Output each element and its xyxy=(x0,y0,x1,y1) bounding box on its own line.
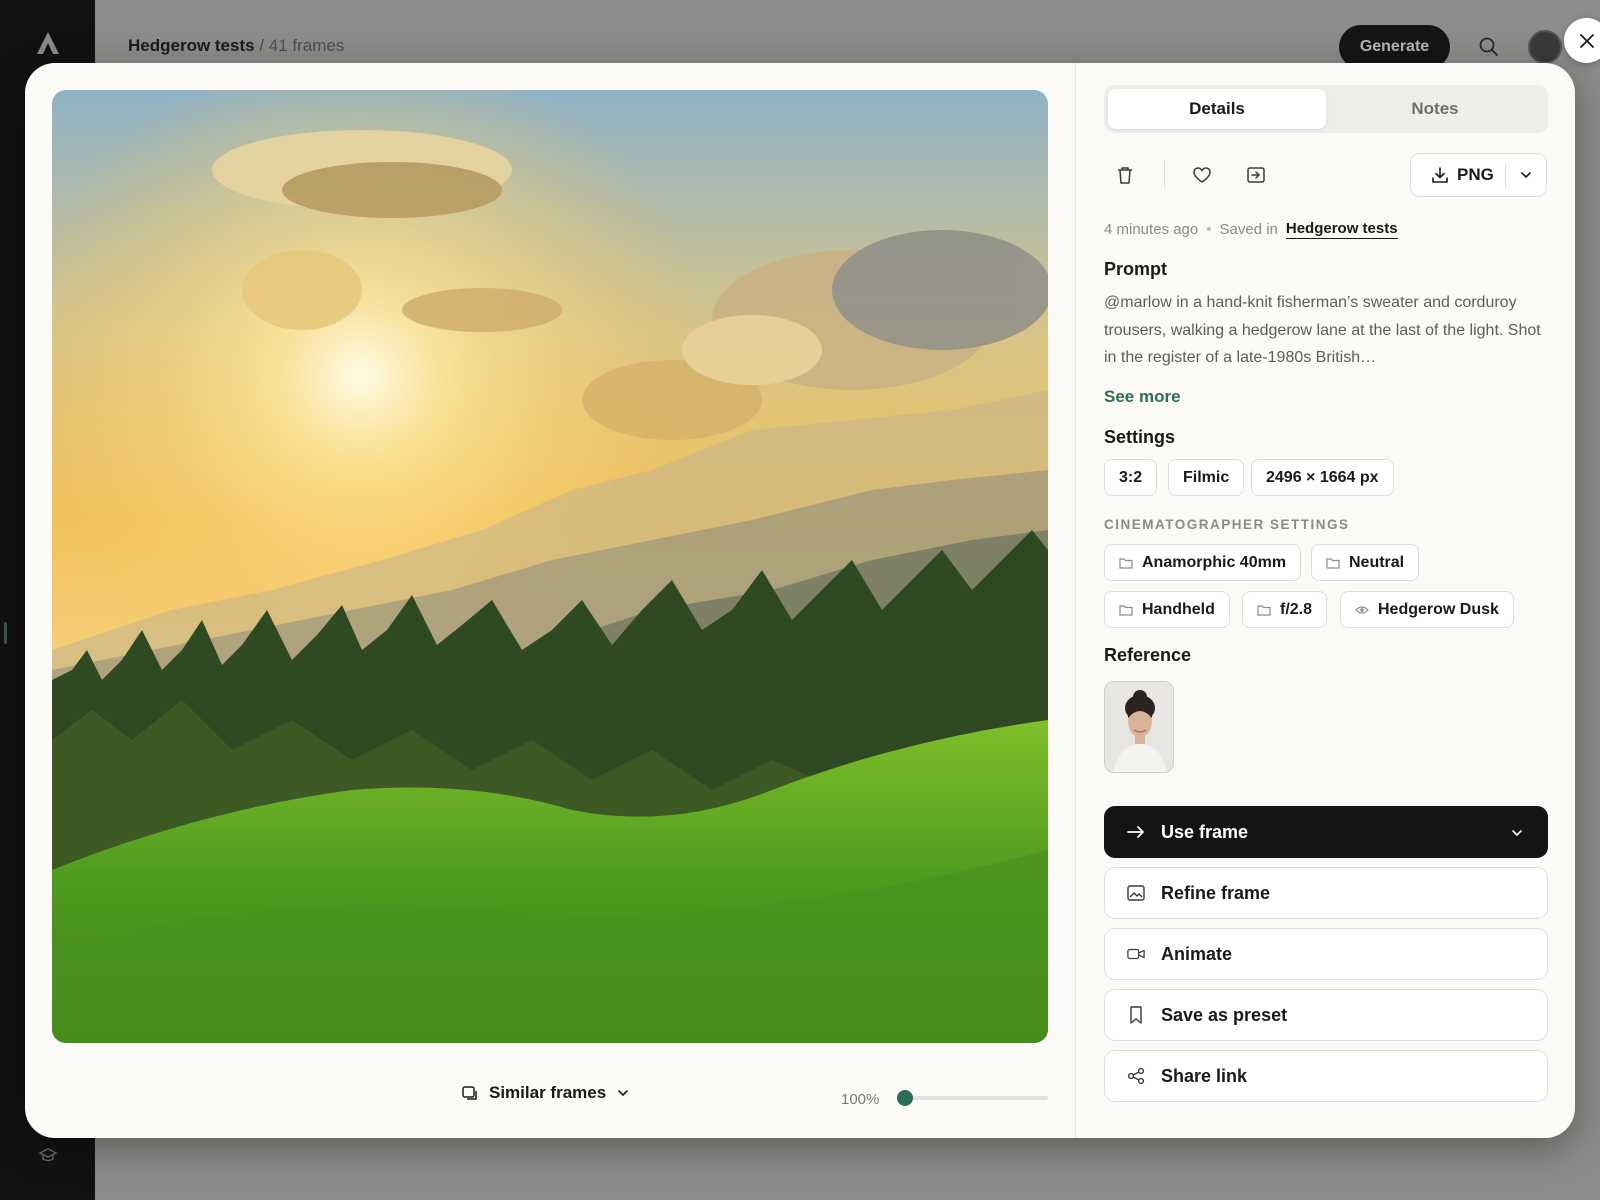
cine-chip-label: f/2.8 xyxy=(1280,600,1313,618)
share-link-button[interactable]: Share link xyxy=(1104,1050,1548,1102)
cine-chip-label: Hedgerow Dusk xyxy=(1378,600,1499,618)
search-icon[interactable] xyxy=(1478,36,1500,58)
bookmark-icon xyxy=(1130,1006,1142,1024)
frame-meta: 4 minutes ago • Saved in Hedgerow tests xyxy=(1104,220,1398,239)
share-icon xyxy=(1127,1067,1145,1085)
arrow-right-icon xyxy=(1127,826,1144,838)
graduation-cap-icon[interactable] xyxy=(38,1145,58,1165)
move-to-icon[interactable] xyxy=(1244,163,1268,187)
cine-chip-label: Anamorphic 40mm xyxy=(1142,553,1287,571)
cine-chip-movement[interactable]: Handheld xyxy=(1104,591,1230,628)
preview-pane: Similar frames 100% xyxy=(25,63,1075,1138)
prompt-text: @marlow in a hand-knit fisherman’s sweat… xyxy=(1104,294,1541,366)
reference-title: Reference xyxy=(1104,645,1192,665)
page-title: Hedgerow tests / 41 frames xyxy=(128,36,344,56)
save-as-preset-button[interactable]: Save as preset xyxy=(1104,989,1548,1041)
download-icon xyxy=(1432,167,1448,183)
use-frame-button[interactable]: Use frame xyxy=(1104,806,1548,858)
tab-details[interactable]: Details xyxy=(1108,89,1326,129)
download-divider xyxy=(1505,164,1506,188)
frame-detail-modal: Similar frames 100% Details Notes PNG 4 … xyxy=(25,63,1575,1138)
zoom-slider-track[interactable] xyxy=(898,1096,1048,1100)
setting-chip-aspect[interactable]: 3:2 xyxy=(1104,459,1158,496)
folder-icon xyxy=(1119,557,1133,569)
zoom-slider-thumb[interactable] xyxy=(897,1090,913,1106)
see-more-link[interactable]: See more xyxy=(1104,387,1181,407)
download-format: PNG xyxy=(1457,165,1494,184)
cine-chip-label: Neutral xyxy=(1349,553,1405,571)
settings-title: Settings xyxy=(1104,427,1176,447)
chevron-down-icon[interactable] xyxy=(1518,167,1534,183)
tab-notes[interactable]: Notes xyxy=(1326,89,1544,129)
refine-frame-button[interactable]: Refine frame xyxy=(1104,867,1548,919)
heart-icon[interactable] xyxy=(1190,163,1214,187)
save-as-preset-label: Save as preset xyxy=(1161,1004,1288,1025)
close-icon xyxy=(1579,33,1594,48)
setting-chip-resolution[interactable]: 2496 × 1664 px xyxy=(1251,459,1394,496)
cine-chip-aperture[interactable]: f/2.8 xyxy=(1242,591,1328,628)
meta-separator: • xyxy=(1206,221,1212,238)
similar-frames-label: Similar frames xyxy=(489,1083,607,1102)
frame-count: / 41 frames xyxy=(259,36,345,55)
cine-chip-label: Handheld xyxy=(1142,600,1215,618)
tab-bar: Details Notes xyxy=(1104,85,1548,133)
collection-name: Hedgerow tests xyxy=(128,36,255,55)
details-panel: Details Notes PNG 4 minutes ago • Saved … xyxy=(1075,63,1575,1138)
similar-frames-button[interactable]: Similar frames xyxy=(461,1083,630,1103)
timestamp: 4 minutes ago xyxy=(1104,221,1199,238)
animate-label: Animate xyxy=(1161,943,1233,964)
avatar[interactable] xyxy=(1528,30,1562,64)
setting-chip-style[interactable]: Filmic xyxy=(1168,459,1245,496)
collection-link[interactable]: Hedgerow tests xyxy=(1285,220,1398,239)
cine-chip-look[interactable]: Hedgerow Dusk xyxy=(1340,591,1514,628)
eye-icon xyxy=(1355,605,1369,614)
video-icon xyxy=(1127,948,1145,960)
cine-chip-lens[interactable]: Anamorphic 40mm xyxy=(1104,544,1302,581)
cine-chip-grade[interactable]: Neutral xyxy=(1311,544,1420,581)
use-frame-label: Use frame xyxy=(1161,821,1249,842)
zoom-level: 100% xyxy=(841,1091,880,1108)
image-icon xyxy=(1127,885,1145,901)
sidebar-active-marker xyxy=(4,622,7,644)
animate-button[interactable]: Animate xyxy=(1104,928,1548,980)
frame-image[interactable] xyxy=(52,90,1048,1043)
reference-thumbnail[interactable] xyxy=(1104,681,1174,773)
prompt-title: Prompt xyxy=(1104,259,1167,279)
cinematographer-title: CINEMATOGRAPHER SETTINGS xyxy=(1104,517,1350,532)
share-link-label: Share link xyxy=(1161,1065,1248,1086)
chevron-down-icon[interactable] xyxy=(1509,825,1525,841)
app-logo-icon[interactable] xyxy=(35,30,61,56)
chevron-down-icon xyxy=(618,1090,628,1097)
download-button[interactable]: PNG xyxy=(1410,153,1547,197)
layers-icon xyxy=(462,1086,477,1100)
toolbar-divider xyxy=(1164,159,1165,189)
folder-icon xyxy=(1119,604,1133,616)
saved-in-label: Saved in xyxy=(1219,221,1278,238)
frame-toolbar: PNG xyxy=(1104,153,1548,197)
trash-icon[interactable] xyxy=(1113,163,1137,187)
folder-icon xyxy=(1257,604,1271,616)
refine-frame-label: Refine frame xyxy=(1161,882,1271,903)
folder-icon xyxy=(1326,557,1340,569)
